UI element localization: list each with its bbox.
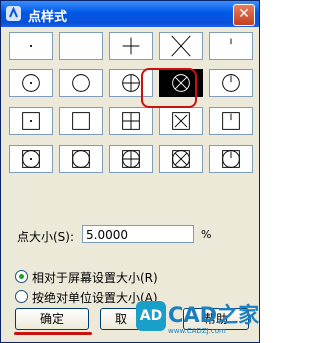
point-style-square-tick[interactable]	[209, 107, 253, 135]
point-style-square-dot[interactable]	[9, 107, 53, 135]
watermark-logo: AD	[136, 301, 166, 331]
point-style-square-plus[interactable]	[109, 107, 153, 135]
point-style-square-cross[interactable]	[159, 107, 203, 135]
point-style-square-circle-tick[interactable]	[209, 145, 253, 173]
point-style-circle[interactable]	[59, 69, 103, 97]
watermark: AD CAD之家 www.CADZJ.com	[136, 297, 260, 342]
point-style-cross[interactable]	[159, 32, 203, 60]
dialog-title: 点样式	[28, 10, 68, 25]
ok-underline-annotation	[14, 332, 92, 335]
watermark-url: www.CADZJ.com	[168, 327, 226, 335]
point-size-label: 点大小(S):	[17, 230, 75, 244]
point-style-circle-tick[interactable]	[209, 69, 253, 97]
point-style-tick[interactable]	[209, 32, 253, 60]
point-style-circle-dot[interactable]	[9, 69, 53, 97]
point-style-square[interactable]	[59, 107, 103, 135]
point-style-square-circle-plus[interactable]	[109, 145, 153, 173]
app-icon	[6, 6, 21, 21]
point-style-square-circle-dot[interactable]	[9, 145, 53, 173]
watermark-text: CAD之家	[168, 303, 260, 327]
point-size-input[interactable]: 5.0000	[82, 225, 194, 243]
absolute-size-radio[interactable]	[15, 290, 28, 303]
relative-size-radio[interactable]	[15, 270, 28, 283]
point-size-unit: %	[201, 228, 212, 241]
selection-annotation	[141, 68, 197, 108]
point-style-grid	[9, 32, 253, 174]
ok-button[interactable]: 确定	[15, 308, 89, 330]
point-style-square-circle-cross[interactable]	[159, 145, 203, 173]
relative-size-label: 相对于屏幕设置大小(R)	[32, 271, 158, 285]
point-style-none[interactable]	[59, 32, 103, 60]
close-button[interactable]: ✕	[233, 4, 255, 26]
point-style-plus[interactable]	[109, 32, 153, 60]
point-style-square-circle[interactable]	[59, 145, 103, 173]
title-bar: 点样式 ✕	[1, 1, 259, 27]
point-style-dialog: 点样式 ✕ 点大小(S): 5.0000 % 相对于屏幕设置大小(R) 按绝对单…	[0, 0, 260, 343]
point-style-dot[interactable]	[9, 32, 53, 60]
